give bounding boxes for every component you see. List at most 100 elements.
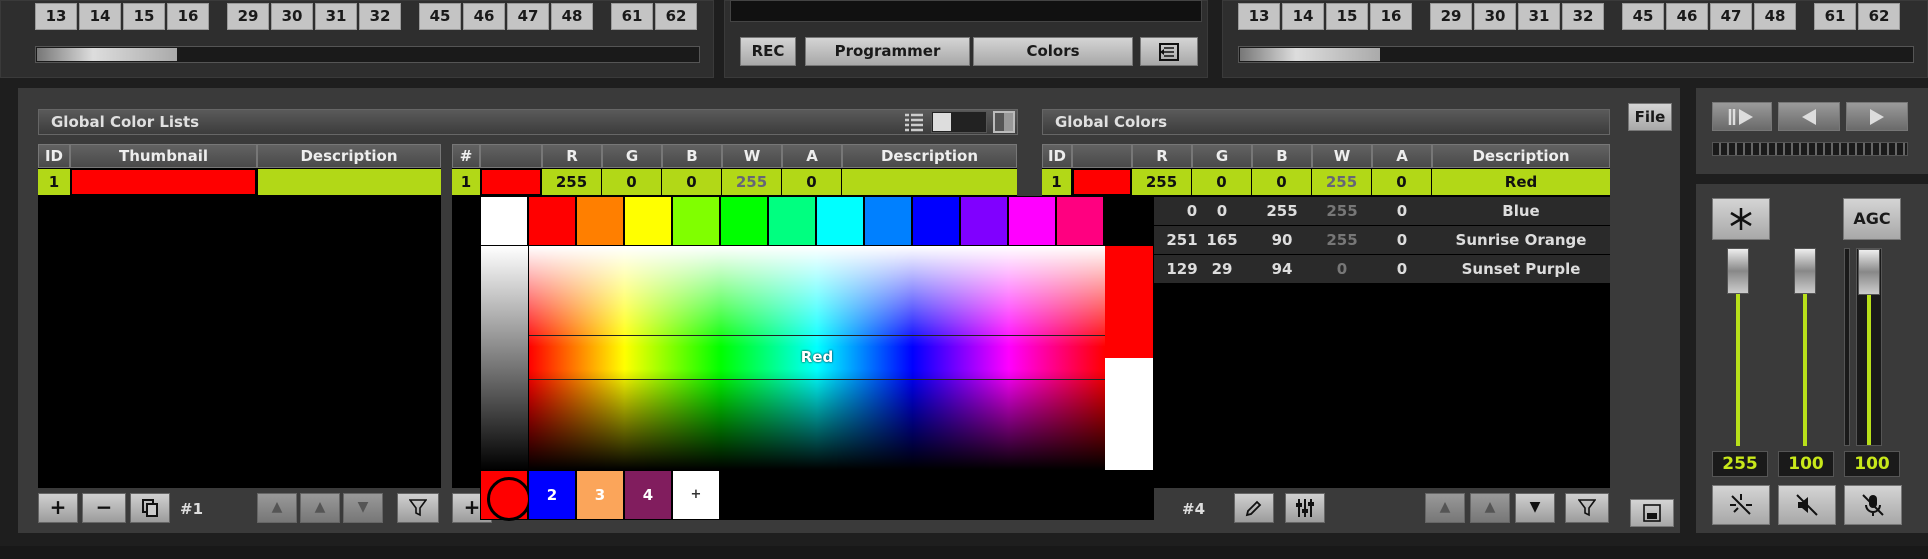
number-button[interactable]: 32 <box>359 3 401 30</box>
top-left-scrollbar[interactable] <box>35 46 700 63</box>
preset-swatch[interactable] <box>529 197 575 245</box>
move-down-button[interactable]: ▼ <box>1515 493 1555 523</box>
scroll-thumb[interactable] <box>37 48 177 61</box>
fader-knob[interactable] <box>1858 249 1880 295</box>
number-button[interactable]: 14 <box>79 3 121 30</box>
fader-knob[interactable] <box>1794 248 1816 294</box>
number-button[interactable]: 46 <box>463 3 505 30</box>
number-button[interactable]: 30 <box>271 3 313 30</box>
entry-row-b[interactable]: 0 <box>662 169 721 195</box>
gray-strip[interactable] <box>481 246 528 470</box>
fader-3[interactable] <box>1856 248 1882 446</box>
number-button[interactable]: 45 <box>1622 3 1664 30</box>
number-button[interactable]: 29 <box>1430 3 1472 30</box>
white-level-preview[interactable] <box>1105 358 1153 470</box>
entry-row-w[interactable]: 255 <box>722 169 781 195</box>
top-right-scrollbar[interactable] <box>1238 46 1914 63</box>
move-up-button[interactable]: ▲ <box>1470 493 1510 523</box>
number-button[interactable]: 14 <box>1282 3 1324 30</box>
entry-row-g[interactable]: 0 <box>602 169 661 195</box>
file-button[interactable]: File <box>1628 103 1672 131</box>
preset-swatch[interactable] <box>913 197 959 245</box>
number-button[interactable]: 15 <box>123 3 165 30</box>
preset-swatch[interactable] <box>817 197 863 245</box>
hue-saturation-field[interactable]: Red <box>529 246 1105 470</box>
grid-view-icon[interactable] <box>993 111 1015 133</box>
preset-swatch[interactable] <box>577 197 623 245</box>
previous-button[interactable] <box>1778 102 1840 131</box>
entry-row-r[interactable]: 255 <box>542 169 601 195</box>
view-toggle[interactable] <box>903 111 1015 133</box>
preset-swatch[interactable] <box>1105 197 1151 245</box>
agc-button[interactable]: AGC <box>1843 198 1901 240</box>
list-row-description[interactable] <box>258 169 441 195</box>
scroll-thumb[interactable] <box>1240 48 1380 61</box>
preset-swatch[interactable] <box>865 197 911 245</box>
number-button[interactable]: 62 <box>655 3 697 30</box>
number-button[interactable]: 15 <box>1326 3 1368 30</box>
slider-knob[interactable] <box>933 113 951 131</box>
history-swatch[interactable] <box>481 471 531 521</box>
master-fader[interactable] <box>1726 248 1752 446</box>
entry-row-description[interactable] <box>842 169 1017 195</box>
edit-color-button[interactable] <box>1234 493 1274 523</box>
preset-swatch[interactable] <box>769 197 815 245</box>
number-button[interactable]: 16 <box>167 3 209 30</box>
strobe-button[interactable] <box>1712 485 1770 525</box>
move-down-button[interactable]: ▼ <box>343 493 383 523</box>
next-button[interactable] <box>1846 102 1908 131</box>
number-button[interactable]: 62 <box>1858 3 1900 30</box>
preset-swatch[interactable] <box>481 197 527 245</box>
audio-mute-button[interactable] <box>1778 485 1836 525</box>
colors-button[interactable]: Colors <box>973 37 1133 66</box>
preset-swatch[interactable] <box>673 197 719 245</box>
move-top-button[interactable]: ▲ <box>257 493 297 523</box>
list-row-id[interactable]: 1 <box>38 169 70 195</box>
number-button[interactable]: 61 <box>611 3 653 30</box>
add-list-button[interactable]: + <box>38 493 78 523</box>
number-button[interactable]: 47 <box>1710 3 1752 30</box>
number-button[interactable]: 46 <box>1666 3 1708 30</box>
number-button[interactable]: 61 <box>1814 3 1856 30</box>
number-button[interactable]: 29 <box>227 3 269 30</box>
move-top-button[interactable]: ▲ <box>1425 493 1465 523</box>
history-swatch[interactable]: 2 <box>529 471 575 519</box>
number-button[interactable]: 13 <box>35 3 77 30</box>
entry-row-swatch[interactable] <box>482 170 540 194</box>
preset-swatch[interactable] <box>961 197 1007 245</box>
freeze-button[interactable] <box>1712 198 1770 240</box>
progress-ruler[interactable] <box>1712 142 1908 156</box>
add-history-button[interactable]: + <box>673 471 719 519</box>
number-button[interactable]: 30 <box>1474 3 1516 30</box>
preset-swatch[interactable] <box>1009 197 1055 245</box>
menu-toggle-button[interactable] <box>1140 37 1198 66</box>
entry-row-number[interactable]: 1 <box>452 169 480 195</box>
number-button[interactable]: 45 <box>419 3 461 30</box>
history-swatch[interactable]: 3 <box>577 471 623 519</box>
mic-mute-button[interactable] <box>1844 485 1902 525</box>
mixer-button[interactable] <box>1285 493 1325 523</box>
number-button[interactable]: 31 <box>1518 3 1560 30</box>
fader-knob[interactable] <box>1727 248 1749 294</box>
number-button[interactable]: 48 <box>1754 3 1796 30</box>
global-color-row[interactable]: 1 255 0 0 255 0 Red <box>1042 169 1610 195</box>
filter-button[interactable] <box>397 493 439 523</box>
number-button[interactable]: 32 <box>1562 3 1604 30</box>
move-up-button[interactable]: ▲ <box>300 493 340 523</box>
remove-list-button[interactable]: − <box>82 493 126 523</box>
number-button[interactable]: 31 <box>315 3 357 30</box>
view-slider[interactable] <box>931 111 987 133</box>
number-button[interactable]: 13 <box>1238 3 1280 30</box>
number-button[interactable]: 47 <box>507 3 549 30</box>
programmer-button[interactable]: Programmer <box>805 37 970 66</box>
number-button[interactable]: 48 <box>551 3 593 30</box>
duplicate-list-button[interactable] <box>130 493 170 523</box>
fader-2[interactable] <box>1793 248 1819 446</box>
preset-swatch[interactable] <box>625 197 671 245</box>
number-button[interactable]: 16 <box>1370 3 1412 30</box>
history-swatch[interactable]: 4 <box>625 471 671 519</box>
entry-row-a[interactable]: 0 <box>782 169 841 195</box>
rec-button[interactable]: REC <box>740 37 796 66</box>
play-pause-button[interactable] <box>1712 102 1772 131</box>
preset-swatch[interactable] <box>721 197 767 245</box>
